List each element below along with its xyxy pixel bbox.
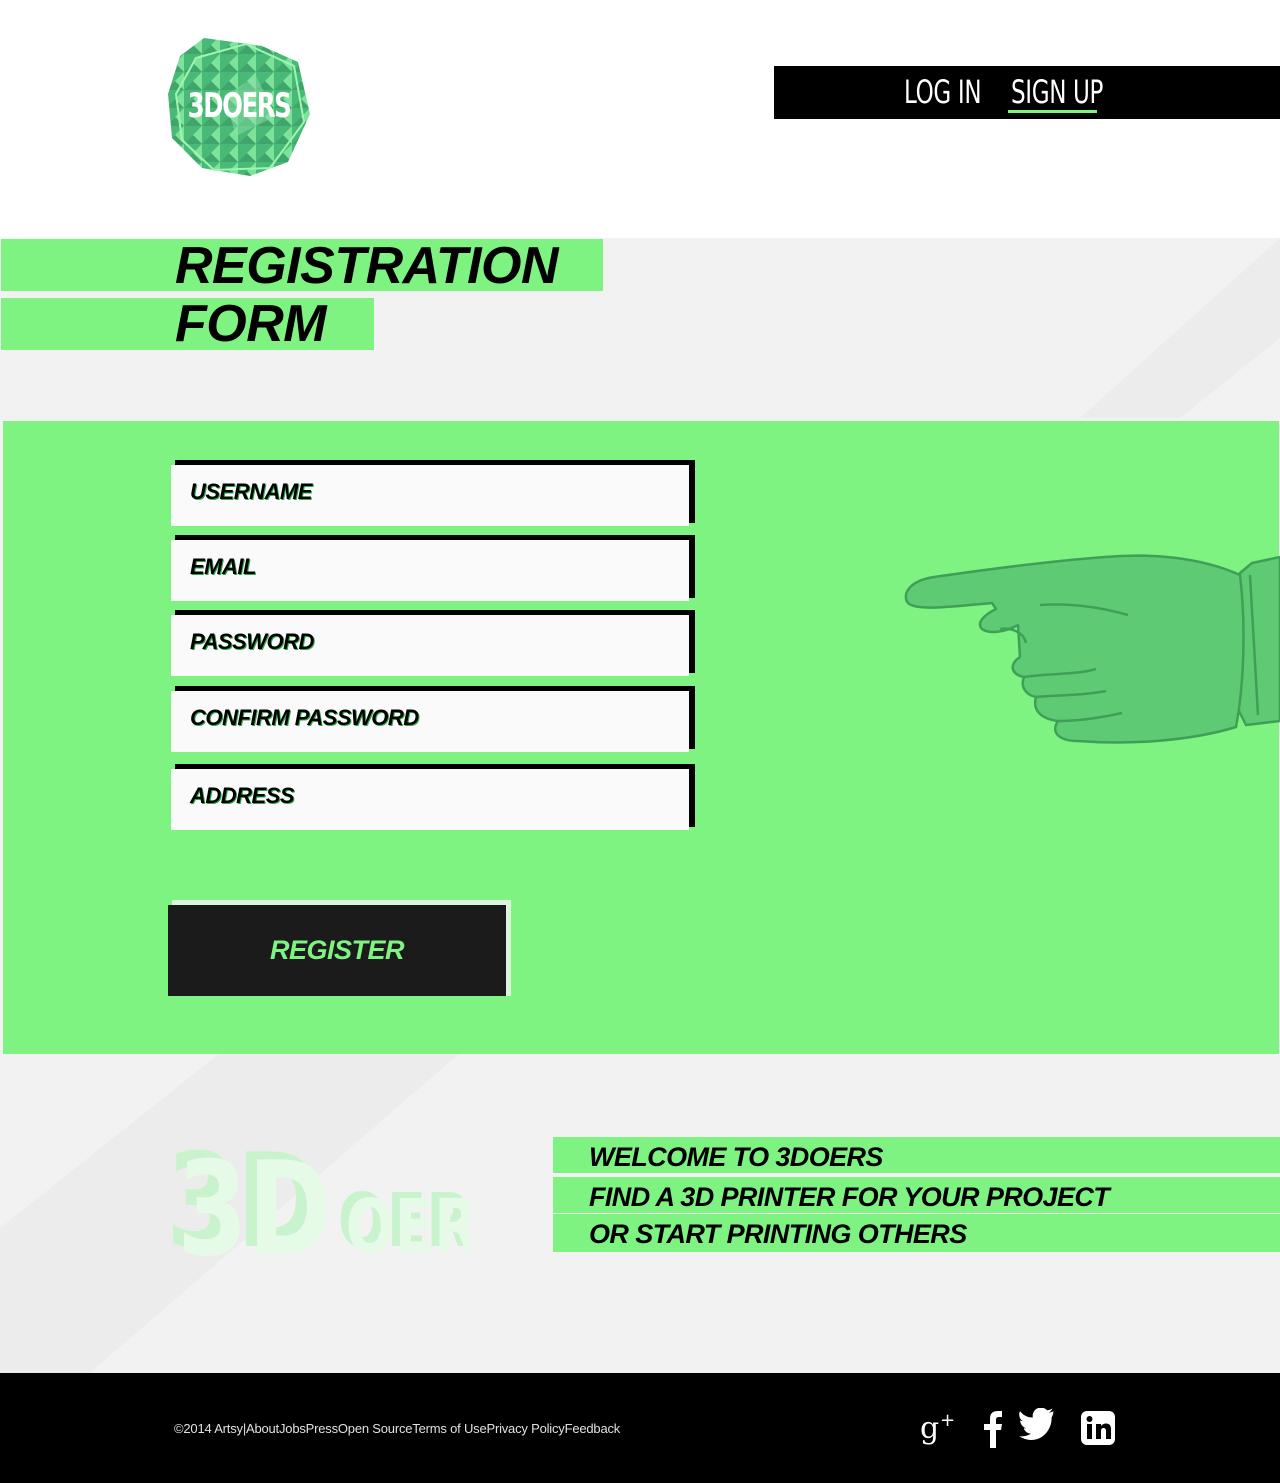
svg-text:3D: 3D: [177, 1135, 332, 1268]
confirm-password-field[interactable]: CONFIRM PASSWORD: [171, 686, 695, 752]
page-title-line1: REGISTRATION: [175, 237, 559, 295]
footer-link-privacy[interactable]: Privacy Policy: [486, 1421, 564, 1436]
signup-active-underline: [1008, 110, 1097, 113]
register-button[interactable]: REGISTER: [168, 905, 506, 996]
username-label: USERNAME: [190, 479, 312, 504]
footer-link-open-source[interactable]: Open Source: [338, 1421, 413, 1436]
address-field[interactable]: ADDRESS: [171, 764, 695, 830]
welcome-line-3: OR START PRINTING OTHERS: [553, 1214, 1280, 1252]
3doers-3d-logo-icon: 3D 3D OERS OERS: [166, 1127, 470, 1268]
twitter-icon[interactable]: [1017, 1408, 1057, 1448]
login-link[interactable]: LOG IN: [904, 75, 982, 109]
welcome-line-2: FIND A 3D PRINTER FOR YOUR PROJECT: [553, 1177, 1280, 1213]
footer-link-feedback[interactable]: Feedback: [565, 1421, 621, 1436]
page-title-line2: FORM: [175, 295, 327, 353]
svg-text:g: g: [920, 1411, 939, 1446]
welcome-text-3: OR START PRINTING OTHERS: [589, 1219, 967, 1249]
confirm-password-label: CONFIRM PASSWORD: [190, 705, 419, 730]
site-logo[interactable]: 3DOERS: [166, 36, 312, 178]
logo-text: 3DOERS: [187, 86, 292, 126]
welcome-text-2: FIND A 3D PRINTER FOR YOUR PROJECT: [589, 1182, 1110, 1212]
welcome-line-1: WELCOME TO 3DOERS: [553, 1137, 1280, 1173]
facebook-icon[interactable]: [972, 1408, 1012, 1448]
top-nav: LOG IN SIGN UP: [774, 66, 1280, 119]
pointing-hand-icon: [904, 554, 1280, 744]
svg-text:+: +: [940, 1410, 955, 1431]
footer-links: ©2014 Artsy|AboutJobsPressOpen SourceTer…: [174, 1421, 620, 1436]
password-field[interactable]: PASSWORD: [171, 610, 695, 676]
linkedin-icon[interactable]: [1078, 1408, 1118, 1448]
footer-link-jobs[interactable]: Jobs: [279, 1421, 306, 1436]
google-plus-icon[interactable]: g +: [918, 1408, 958, 1448]
email-field[interactable]: EMAIL: [171, 535, 695, 601]
footer-copyright: ©2014 Artsy: [174, 1421, 243, 1436]
svg-text:OERS: OERS: [346, 1183, 470, 1268]
signup-link[interactable]: SIGN UP: [1011, 75, 1103, 109]
footer: ©2014 Artsy|AboutJobsPressOpen SourceTer…: [0, 1373, 1280, 1483]
username-field[interactable]: USERNAME: [171, 460, 695, 526]
footer-link-terms[interactable]: Terms of Use: [412, 1421, 486, 1436]
footer-link-press[interactable]: Press: [306, 1421, 338, 1436]
register-button-wrap: REGISTER: [168, 900, 511, 996]
welcome-text-1: WELCOME TO 3DOERS: [589, 1142, 883, 1172]
password-label: PASSWORD: [190, 629, 314, 654]
email-label: EMAIL: [190, 554, 256, 579]
footer-link-about[interactable]: About: [246, 1421, 279, 1436]
address-label: ADDRESS: [190, 783, 295, 808]
